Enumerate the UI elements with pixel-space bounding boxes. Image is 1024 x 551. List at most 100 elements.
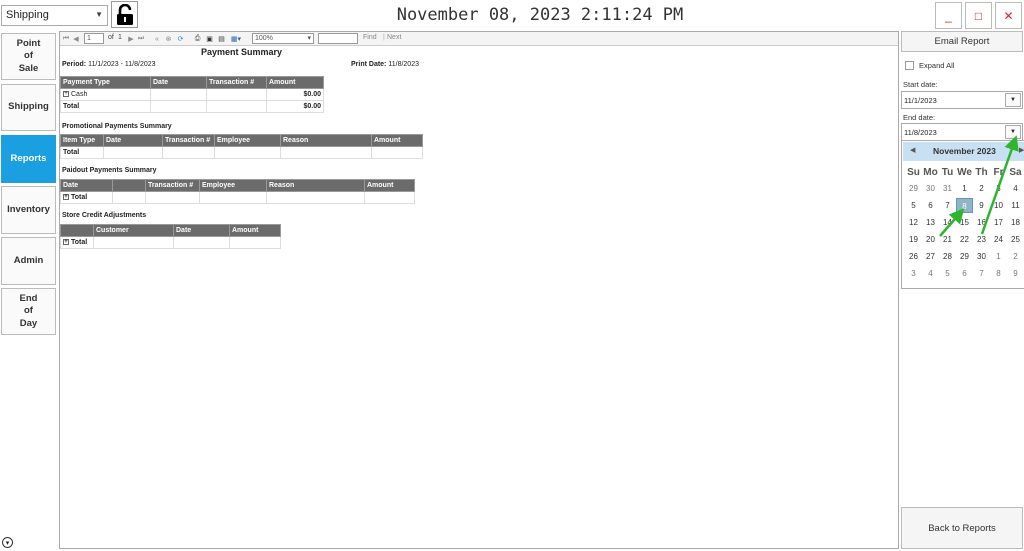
end-date-field[interactable]: 11/8/2023 ▼ [901, 123, 1023, 141]
calendar-day[interactable]: 16 [973, 215, 990, 230]
collapse-chevron-icon[interactable]: ▾ [2, 537, 13, 548]
calendar-day[interactable]: 27 [922, 249, 939, 264]
prev-page-icon[interactable]: ◀ [72, 34, 80, 44]
end-date-dropdown-button[interactable]: ▼ [1005, 125, 1021, 139]
calendar-day[interactable]: 6 [922, 198, 939, 213]
col-header: Reason [280, 134, 372, 147]
zoom-select[interactable]: 100% ▾ [252, 33, 314, 44]
expand-all-checkbox[interactable] [905, 61, 914, 70]
calendar-day[interactable]: 24 [990, 232, 1007, 247]
expand-icon[interactable]: + [63, 91, 69, 98]
minimize-button[interactable]: _ [935, 2, 962, 29]
calendar-day[interactable]: 28 [939, 249, 956, 264]
calendar-day[interactable]: 2 [973, 181, 990, 196]
start-date-label: Start date: [903, 80, 938, 89]
close-button[interactable]: ✕ [995, 2, 1022, 29]
find-link[interactable]: Find [363, 34, 377, 41]
calendar-day[interactable]: 25 [1007, 232, 1024, 247]
maximize-button[interactable]: □ [965, 2, 992, 29]
calendar-day[interactable]: 4 [922, 266, 939, 281]
expand-icon[interactable]: + [63, 194, 69, 201]
calendar-day[interactable]: 31 [939, 181, 956, 196]
expand-icon[interactable]: + [63, 239, 69, 246]
calendar-day[interactable]: 12 [905, 215, 922, 230]
prev-month-icon[interactable]: ◀ [910, 146, 915, 154]
calendar-day[interactable]: 15 [956, 215, 973, 230]
table-cell [266, 191, 365, 204]
page-setup-icon[interactable]: ▣ [205, 34, 214, 44]
expand-all-row[interactable]: Expand All [905, 61, 954, 70]
print-icon[interactable]: ⎙ [193, 34, 202, 44]
calendar-day[interactable]: 14 [939, 215, 956, 230]
stop-icon[interactable]: ⊗ [164, 34, 173, 44]
next-link[interactable]: Next [387, 34, 401, 41]
start-date-dropdown-button[interactable]: ▼ [1005, 93, 1021, 107]
calendar-day[interactable]: 13 [922, 215, 939, 230]
calendar-day[interactable]: 8 [956, 198, 973, 213]
calendar-day[interactable]: 7 [939, 198, 956, 213]
calendar-day[interactable]: 3 [990, 181, 1007, 196]
calendar-day[interactable]: 29 [905, 181, 922, 196]
calendar-day[interactable]: 9 [973, 198, 990, 213]
calendar-day[interactable]: 17 [990, 215, 1007, 230]
calendar-day[interactable]: 7 [973, 266, 990, 281]
next-month-icon[interactable]: ▶ [1019, 146, 1024, 154]
start-date-field[interactable]: 11/1/2023 ▼ [901, 91, 1023, 109]
payment-type-cell[interactable]: + Cash [60, 88, 151, 101]
calendar-day[interactable]: 10 [990, 198, 1007, 213]
calendar-day[interactable]: 5 [939, 266, 956, 281]
mode-select[interactable]: Shipping ▼ [1, 5, 108, 26]
calendar-day[interactable]: 4 [1007, 181, 1024, 196]
print-layout-icon[interactable]: ▤ [217, 34, 226, 44]
total-cell[interactable]: + Total [60, 191, 113, 204]
lock-button[interactable] [111, 1, 138, 28]
calendar-day[interactable]: 29 [956, 249, 973, 264]
viewer-toolbar: ⏮ ◀ 1 of 1 ▶ ⏭ « ⊗ ⟳ ⎙ ▣ ▤ ▦▾ 100% ▾ Fin… [60, 32, 898, 46]
nav-point-of-sale[interactable]: Point of Sale [1, 33, 56, 80]
calendar-day[interactable]: 26 [905, 249, 922, 264]
clock-display: November 08, 2023 2:11:24 PM [396, 5, 684, 25]
page-number-input[interactable]: 1 [84, 33, 104, 44]
calendar-day[interactable]: 9 [1007, 266, 1024, 281]
last-page-icon[interactable]: ⏭ [137, 34, 145, 44]
calendar-day[interactable]: 20 [922, 232, 939, 247]
promo-table: Item Type Date Transaction # Employee Re… [60, 134, 423, 159]
export-icon[interactable]: ▦▾ [229, 34, 243, 44]
report-viewer: ⏮ ◀ 1 of 1 ▶ ⏭ « ⊗ ⟳ ⎙ ▣ ▤ ▦▾ 100% ▾ Fin… [59, 31, 899, 549]
refresh-icon[interactable]: ⟳ [176, 34, 185, 44]
first-page-icon[interactable]: ⏮ [62, 34, 70, 44]
nav-end-of-day[interactable]: End of Day [1, 288, 56, 335]
back-to-reports-button[interactable]: Back to Reports [901, 507, 1023, 549]
col-header: Date [150, 76, 207, 89]
table-cell [229, 236, 281, 249]
nav-reports[interactable]: Reports [1, 135, 56, 183]
calendar-day[interactable]: 19 [905, 232, 922, 247]
next-page-icon[interactable]: ▶ [127, 34, 135, 44]
total-label: Total [60, 146, 104, 159]
nav-admin[interactable]: Admin [1, 237, 56, 285]
table-cell [364, 191, 415, 204]
calendar-day[interactable]: 1 [956, 181, 973, 196]
back-icon[interactable]: « [153, 34, 161, 44]
calendar-day[interactable]: 8 [990, 266, 1007, 281]
table-header-row: Customer Date Amount [60, 224, 281, 237]
nav-shipping[interactable]: Shipping [1, 84, 56, 131]
calendar-day[interactable]: 1 [990, 249, 1007, 264]
table-cell [173, 236, 230, 249]
calendar-day[interactable]: 22 [956, 232, 973, 247]
email-report-button[interactable]: Email Report [901, 31, 1023, 52]
nav-inventory[interactable]: Inventory [1, 186, 56, 234]
calendar-day[interactable]: 6 [956, 266, 973, 281]
calendar-day[interactable]: 2 [1007, 249, 1024, 264]
calendar-day[interactable]: 18 [1007, 215, 1024, 230]
calendar-day[interactable]: 3 [905, 266, 922, 281]
calendar-day[interactable]: 5 [905, 198, 922, 213]
calendar-day[interactable]: 30 [973, 249, 990, 264]
calendar-day[interactable]: 21 [939, 232, 956, 247]
calendar-day[interactable]: 11 [1007, 198, 1024, 213]
table-cell [280, 146, 372, 159]
calendar-day[interactable]: 23 [973, 232, 990, 247]
calendar-day[interactable]: 30 [922, 181, 939, 196]
total-cell[interactable]: + Total [60, 236, 94, 249]
find-input[interactable] [318, 33, 358, 44]
